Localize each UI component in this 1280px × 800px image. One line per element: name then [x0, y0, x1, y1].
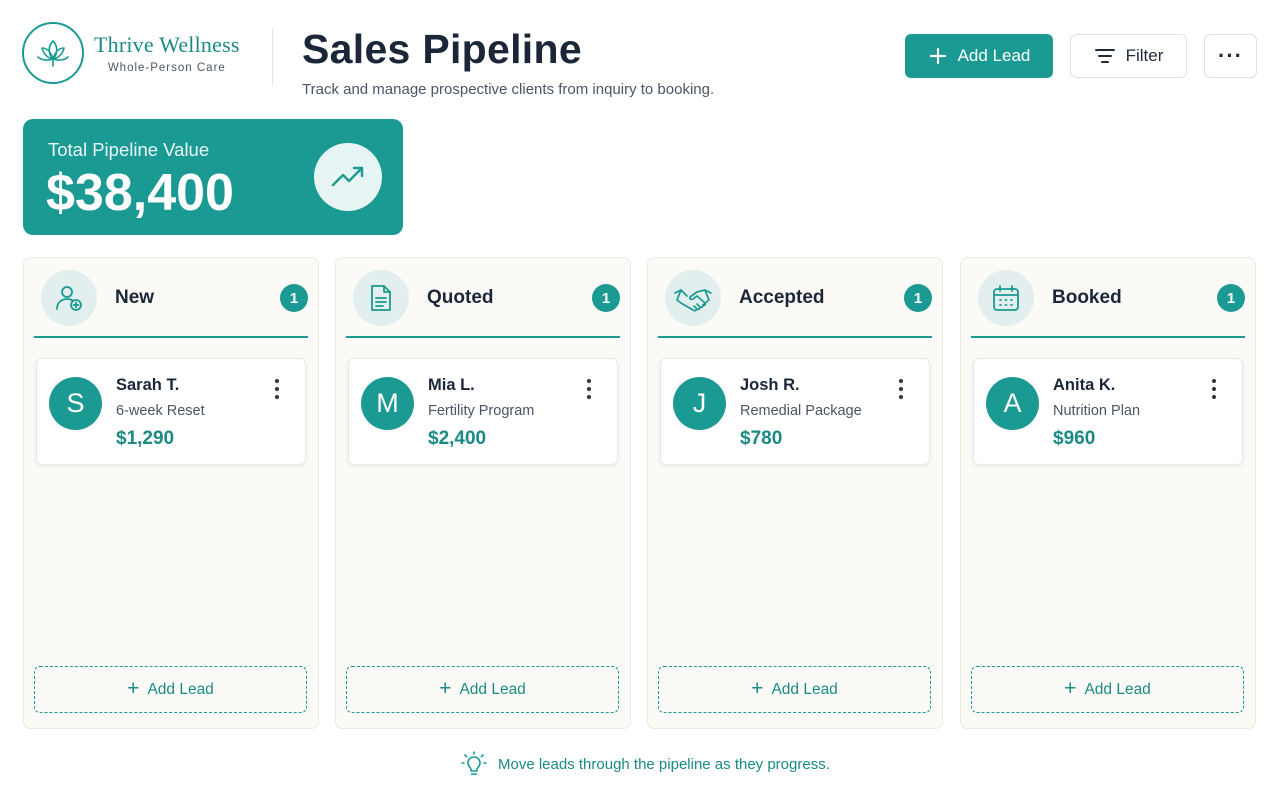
- column-add-lead-button[interactable]: + Add Lead: [658, 666, 931, 713]
- lead-card[interactable]: J Josh R. Remedial Package $780: [660, 358, 930, 465]
- plus-icon: +: [751, 677, 764, 700]
- avatar: J: [673, 377, 726, 430]
- lead-card[interactable]: A Anita K. Nutrition Plan $960: [973, 358, 1243, 465]
- column-count-badge: 1: [1217, 284, 1245, 312]
- column-title: New: [115, 287, 155, 308]
- lead-program: Remedial Package: [740, 403, 862, 419]
- plus-icon: +: [1064, 677, 1077, 700]
- more-icon: ···: [1218, 43, 1243, 68]
- plus-icon: [929, 47, 946, 65]
- lead-name: Josh R.: [740, 376, 800, 394]
- brand: Thrive Wellness Whole-Person Care: [22, 22, 240, 84]
- brand-name: Thrive Wellness: [94, 32, 240, 57]
- column-add-lead-label: Add Lead: [771, 680, 838, 698]
- pipeline-hint: Move leads through the pipeline as they …: [460, 750, 830, 778]
- column-title: Accepted: [739, 287, 825, 308]
- avatar: M: [361, 377, 414, 430]
- lead-value: $2,400: [428, 428, 487, 449]
- column-header: Booked 1: [971, 258, 1245, 338]
- handshake-icon: [665, 270, 721, 326]
- column-add-lead-button[interactable]: + Add Lead: [34, 666, 307, 713]
- add-lead-button-label: Add Lead: [957, 46, 1031, 65]
- calendar-icon: [978, 270, 1034, 326]
- lead-card[interactable]: M Mia L. Fertility Program $2,400: [348, 358, 618, 465]
- column-title: Booked: [1052, 287, 1122, 308]
- lead-value: $780: [740, 428, 783, 449]
- lead-name: Mia L.: [428, 376, 475, 394]
- total-pipeline-value: $38,400: [46, 164, 234, 222]
- avatar: A: [986, 377, 1039, 430]
- lead-program: Nutrition Plan: [1053, 403, 1141, 419]
- lead-value: $960: [1053, 428, 1096, 449]
- total-pipeline-card: Total Pipeline Value $38,400: [23, 119, 403, 235]
- pipeline-column-quoted: Quoted 1 M Mia L. Fertility Program $2,4…: [335, 257, 631, 729]
- user-plus-icon: [41, 270, 97, 326]
- column-add-lead-label: Add Lead: [147, 680, 214, 698]
- more-vertical-icon[interactable]: [269, 377, 285, 401]
- lead-name: Anita K.: [1053, 376, 1116, 394]
- pipeline-column-new: New 1 S Sarah T. 6-week Reset $1,290 + A…: [23, 257, 319, 729]
- lead-program: Fertility Program: [428, 403, 535, 419]
- more-vertical-icon[interactable]: [581, 377, 597, 401]
- column-add-lead-label: Add Lead: [459, 680, 526, 698]
- brand-tagline: Whole-Person Care: [107, 62, 226, 74]
- column-title: Quoted: [427, 287, 494, 308]
- pipeline-hint-text: Move leads through the pipeline as they …: [498, 755, 830, 773]
- brand-text: Thrive Wellness Whole-Person Care: [94, 32, 240, 74]
- column-add-lead-label: Add Lead: [1084, 680, 1151, 698]
- column-count-badge: 1: [904, 284, 932, 312]
- column-count-badge: 1: [592, 284, 620, 312]
- avatar: S: [49, 377, 102, 430]
- plus-icon: +: [439, 677, 452, 700]
- add-lead-button[interactable]: Add Lead: [905, 34, 1053, 78]
- more-options-button[interactable]: ···: [1204, 34, 1257, 78]
- more-vertical-icon[interactable]: [893, 377, 909, 401]
- column-header: Quoted 1: [346, 258, 620, 338]
- column-add-lead-button[interactable]: + Add Lead: [346, 666, 619, 713]
- filter-button-label: Filter: [1125, 46, 1164, 65]
- column-header: New 1: [34, 258, 308, 338]
- lead-name: Sarah T.: [116, 376, 180, 394]
- lightbulb-icon: [461, 751, 487, 775]
- page-subtitle: Track and manage prospective clients fro…: [302, 81, 715, 98]
- lotus-icon: [22, 22, 84, 84]
- lead-program: 6-week Reset: [116, 403, 205, 419]
- plus-icon: +: [127, 677, 140, 700]
- total-pipeline-label: Total Pipeline Value: [48, 139, 210, 160]
- lead-value: $1,290: [116, 428, 175, 449]
- more-vertical-icon[interactable]: [1206, 377, 1222, 401]
- column-count-badge: 1: [280, 284, 308, 312]
- page-title: Sales Pipeline: [302, 26, 582, 72]
- header-divider: [272, 28, 273, 86]
- document-icon: [353, 270, 409, 326]
- column-header: Accepted 1: [658, 258, 932, 338]
- filter-button[interactable]: Filter: [1070, 34, 1187, 78]
- pipeline-column-accepted: Accepted 1 J Josh R. Remedial Package $7…: [647, 257, 943, 729]
- lead-card[interactable]: S Sarah T. 6-week Reset $1,290: [36, 358, 306, 465]
- pipeline-column-booked: Booked 1 A Anita K. Nutrition Plan $960 …: [960, 257, 1256, 729]
- filter-icon: [1094, 49, 1115, 63]
- column-add-lead-button[interactable]: + Add Lead: [971, 666, 1244, 713]
- trending-up-icon: [314, 143, 382, 211]
